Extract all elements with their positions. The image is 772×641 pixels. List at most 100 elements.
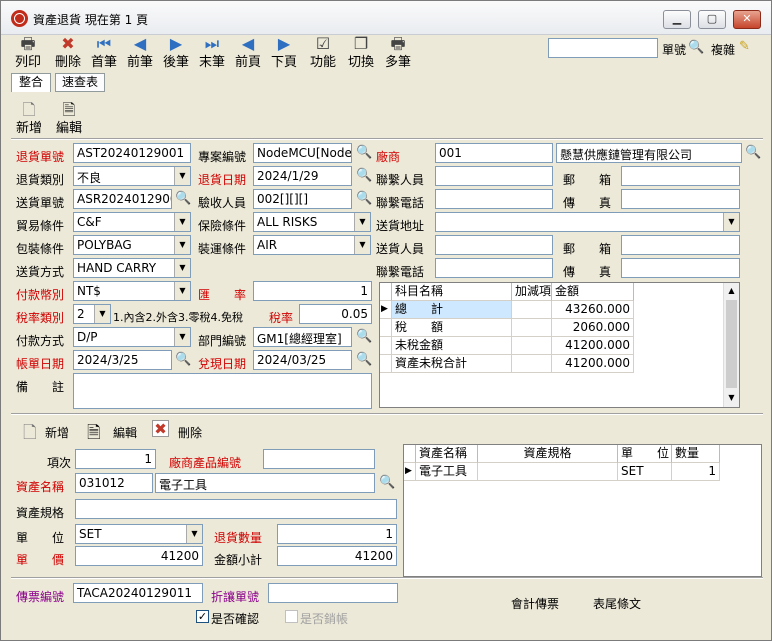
- complex-search-icon[interactable]: ✎: [739, 39, 755, 55]
- vendor-prod-field[interactable]: [263, 449, 375, 469]
- ship-no-field[interactable]: ASR20240129002: [73, 189, 172, 209]
- ship-method-select[interactable]: HAND CARRY ▼: [73, 258, 191, 278]
- cash-date-field[interactable]: 2024/03/25: [253, 350, 352, 370]
- toolbar-button-next-page[interactable]: ▶ 下頁: [269, 34, 299, 70]
- detail-edit-button[interactable]: 🗎 編輯: [87, 420, 147, 443]
- phone-field[interactable]: [435, 189, 553, 209]
- return-type-select[interactable]: 不良 ▼: [73, 166, 191, 186]
- sub-edit-button[interactable]: 🗎 編輯: [53, 100, 85, 136]
- toolbar-button-delete[interactable]: ✖ 刪除: [53, 34, 83, 70]
- invoice-field[interactable]: TACA20240129011: [73, 583, 203, 603]
- subtotal-field[interactable]: 41200: [277, 546, 397, 566]
- shipper-field[interactable]: [435, 235, 553, 255]
- chevron-down-icon[interactable]: ▼: [723, 213, 739, 231]
- detail-row[interactable]: ▶ 電子工具 SET 1: [404, 463, 720, 481]
- chevron-down-icon[interactable]: ▼: [186, 525, 202, 543]
- vendor-lookup-icon[interactable]: 🔍: [745, 145, 761, 161]
- toolbar-button-prev-page[interactable]: ◀ 前頁: [233, 34, 263, 70]
- chevron-down-icon[interactable]: ▼: [174, 259, 190, 277]
- search-icon[interactable]: 🔍: [688, 40, 704, 56]
- chevron-down-icon[interactable]: ▼: [174, 167, 190, 185]
- fax-field[interactable]: [621, 189, 740, 209]
- summary-row[interactable]: 未稅金額 41200.000: [380, 337, 635, 355]
- asset-lookup-icon[interactable]: 🔍: [379, 475, 395, 491]
- insurance-select[interactable]: ALL RISKS ▼: [253, 212, 371, 232]
- unit-select[interactable]: SET ▼: [75, 524, 203, 544]
- vendor-code-field[interactable]: 001: [435, 143, 553, 163]
- trade-terms-select[interactable]: C&F ▼: [73, 212, 191, 232]
- detail-new-button[interactable]: 🗋 新增: [23, 420, 83, 443]
- confirmed-checkbox[interactable]: ✓: [196, 610, 209, 623]
- scroll-down-icon[interactable]: ▼: [724, 390, 739, 406]
- postal2-field[interactable]: [621, 235, 740, 255]
- contact-field[interactable]: [435, 166, 553, 186]
- maximize-button[interactable]: ▢: [698, 10, 726, 29]
- transport-select[interactable]: AIR ▼: [253, 235, 371, 255]
- price-field[interactable]: 41200: [75, 546, 203, 566]
- return-date-field[interactable]: 2024/1/29: [253, 166, 352, 186]
- acct-voucher-link[interactable]: 會計傳票: [511, 595, 559, 612]
- scroll-up-icon[interactable]: ▲: [724, 283, 739, 299]
- search-input[interactable]: [548, 38, 658, 58]
- bill-date-field[interactable]: 2024/3/25: [73, 350, 172, 370]
- summary-row[interactable]: 稅 額 2060.000: [380, 319, 635, 337]
- inspector-lookup-icon[interactable]: 🔍: [356, 191, 372, 207]
- summary-row[interactable]: ▶ 總 計 43260.000: [380, 301, 635, 319]
- chevron-down-icon[interactable]: ▼: [174, 213, 190, 231]
- toolbar-button-next-record[interactable]: ▶ 後筆: [161, 34, 191, 70]
- currency-select[interactable]: NT$ ▼: [73, 281, 191, 301]
- inspector-field[interactable]: 002[][][]: [253, 189, 352, 209]
- close-button[interactable]: ✕: [733, 10, 761, 29]
- return-date-lookup-icon[interactable]: 🔍: [356, 168, 372, 184]
- chevron-down-icon[interactable]: ▼: [174, 236, 190, 254]
- asset-code-field[interactable]: 031012: [75, 473, 153, 493]
- chevron-down-icon[interactable]: ▼: [174, 328, 190, 346]
- summary-scrollbar[interactable]: ▲ ▼: [723, 283, 739, 407]
- remark-field[interactable]: [73, 373, 372, 409]
- phone2-field[interactable]: [435, 258, 553, 278]
- chevron-down-icon[interactable]: ▼: [174, 282, 190, 300]
- summary-row[interactable]: 資產未稅合計 41200.000: [380, 355, 635, 373]
- chevron-down-icon[interactable]: ▼: [354, 213, 370, 231]
- toolbar-button-printer[interactable]: 🖶 列印: [13, 34, 43, 70]
- chevron-down-icon[interactable]: ▼: [94, 305, 110, 323]
- tax-type-select[interactable]: 2 ▼: [73, 304, 111, 324]
- pay-method-select[interactable]: D/P ▼: [73, 327, 191, 347]
- dept-field[interactable]: GM1[總經理室]: [253, 327, 352, 347]
- dept-lookup-icon[interactable]: 🔍: [356, 329, 372, 345]
- toolbar-button-switch[interactable]: ❐ 切換: [346, 34, 376, 70]
- postal-field[interactable]: [621, 166, 740, 186]
- tail-clause-link[interactable]: 表尾條文: [593, 595, 641, 612]
- project-lookup-icon[interactable]: 🔍: [356, 145, 372, 161]
- tab-quick-lookup[interactable]: 速查表: [55, 73, 105, 92]
- scroll-thumb[interactable]: [726, 300, 737, 388]
- ship-addr-select[interactable]: ▼: [435, 212, 740, 232]
- toolbar-button-prev-record[interactable]: ◀ 前筆: [125, 34, 155, 70]
- toolbar-button-last-record[interactable]: ⏭ 末筆: [197, 34, 227, 70]
- item-field[interactable]: 1: [75, 449, 156, 469]
- ship-no-lookup-icon[interactable]: 🔍: [175, 191, 191, 207]
- rate-field[interactable]: 1: [253, 281, 372, 301]
- tax-rate-field[interactable]: 0.05: [299, 304, 372, 324]
- cash-date-lookup-icon[interactable]: 🔍: [356, 352, 372, 368]
- minimize-button[interactable]: ▁: [663, 10, 691, 29]
- toolbar-button-function[interactable]: ☑ 功能: [308, 34, 338, 70]
- asset-spec-field[interactable]: [75, 499, 397, 519]
- asset-name-field[interactable]: 電子工具: [155, 473, 375, 493]
- return-no-field[interactable]: AST20240129001: [73, 143, 191, 163]
- discount-field[interactable]: [268, 583, 398, 603]
- sub-new-button[interactable]: 🗋 新增: [13, 100, 45, 136]
- transport-value: AIR: [257, 238, 278, 252]
- packing-select[interactable]: POLYBAG ▼: [73, 235, 191, 255]
- vendor-name-field[interactable]: 懸慧供應鏈管理有限公司: [556, 143, 742, 163]
- fax2-field[interactable]: [621, 258, 740, 278]
- project-no-field[interactable]: NodeMCU[NodeMCU: [253, 143, 352, 163]
- tab-integrated[interactable]: 整合: [11, 73, 51, 92]
- toolbar-button-first-record[interactable]: ⏮ 首筆: [89, 34, 119, 70]
- qty-field[interactable]: 1: [277, 524, 397, 544]
- bill-date-lookup-icon[interactable]: 🔍: [175, 352, 191, 368]
- toolbar-button-multi-record[interactable]: 🖶 多筆: [383, 34, 413, 70]
- chevron-down-icon[interactable]: ▼: [354, 236, 370, 254]
- cancelled-checkbox[interactable]: [285, 610, 298, 623]
- detail-delete-button[interactable]: ✖ 刪除: [152, 420, 212, 442]
